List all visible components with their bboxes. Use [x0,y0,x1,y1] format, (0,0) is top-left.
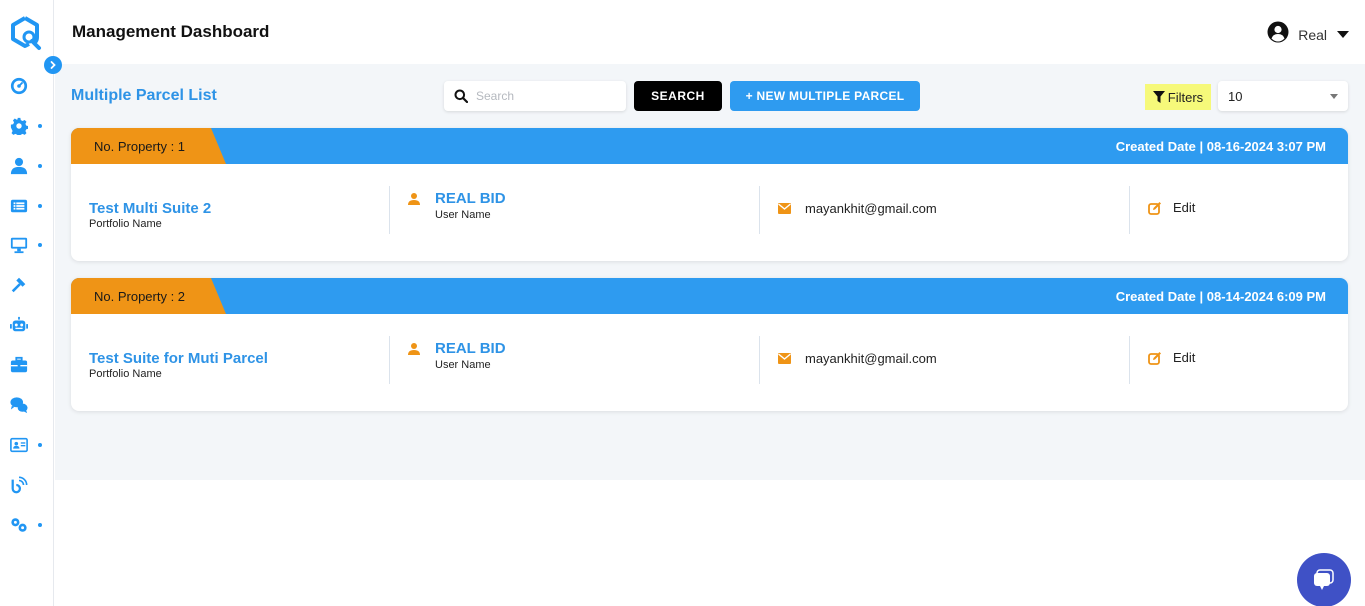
briefcase-icon [10,356,28,373]
search-button[interactable]: SEARCH [634,81,722,111]
edit-button[interactable]: Edit [1148,350,1195,365]
email-value: mayankhit@gmail.com [805,201,937,216]
sidebar-item-portfolio[interactable] [10,354,50,376]
gavel-icon [11,277,26,293]
sidebar-item-monitor[interactable] [10,234,50,256]
new-multiple-parcel-button[interactable]: + NEW MULTIPLE PARCEL [730,81,920,111]
caret-down-icon [1327,26,1349,44]
page-title: Management Dashboard [72,22,270,41]
user-name-value: REAL BID [435,340,506,357]
user-name-label: User Name [435,209,491,221]
list-icon [10,199,28,213]
portfolio-label: Portfolio Name [89,218,162,230]
card-body: Test Suite for Muti Parcel Portfolio Nam… [71,314,1348,411]
chevron-down-icon [1330,93,1338,99]
user-icon [408,343,420,355]
edit-label: Edit [1173,200,1196,215]
sidebar-item-settings[interactable] [10,115,50,137]
sidebar-item-auction[interactable] [10,274,50,296]
submenu-dot [38,124,42,128]
email-column: mayankhit@gmail.com [759,336,1129,384]
avatar [1267,21,1289,48]
page-size-value: 10 [1228,88,1243,104]
sidebar-item-contacts[interactable] [10,434,50,456]
sidebar-item-bot[interactable] [10,314,50,336]
user-column: REAL BID User Name [389,336,759,384]
page-size-select[interactable]: 10 [1218,81,1348,111]
email-column: mayankhit@gmail.com [759,186,1129,234]
created-date: Created Date | 08-14-2024 6:09 PM [1115,289,1326,304]
user-icon [10,157,28,175]
envelope-icon [778,353,791,364]
chat-widget-button[interactable] [1297,553,1351,606]
edit-label: Edit [1173,350,1196,365]
edit-button[interactable]: Edit [1148,200,1195,215]
section-title: Multiple Parcel List [71,87,217,104]
filters-button[interactable]: Filters [1145,84,1211,110]
comments-icon [10,397,28,414]
header: Management Dashboard Real [55,0,1365,64]
envelope-icon [778,203,791,214]
submenu-dot [38,204,42,208]
edit-icon [1148,351,1161,365]
search-box[interactable] [444,81,626,111]
user-name: Real [1298,26,1327,43]
user-icon [408,193,420,205]
user-name-value: REAL BID [435,190,506,207]
user-menu[interactable]: Real [1267,21,1349,48]
gears-icon [11,518,27,532]
portfolio-name[interactable]: Test Multi Suite 2 [89,200,211,217]
action-column: Edit [1129,186,1348,234]
sidebar-toggle-button[interactable] [44,56,62,74]
portfolio-name[interactable]: Test Suite for Muti Parcel [89,350,268,367]
main-content: Multiple Parcel List SEARCH + NEW MULTIP… [55,64,1365,480]
chat-bubble-icon [1314,569,1334,590]
id-card-icon [10,437,28,453]
submenu-dot [38,164,42,168]
submenu-dot [38,243,42,247]
sidebar [0,0,54,606]
edit-icon [1148,201,1161,215]
parcel-card: No. Property : 1 Created Date | 08-16-20… [71,128,1348,261]
sidebar-item-dashboard[interactable] [10,75,50,97]
signal-icon [11,476,28,494]
submenu-dot [38,523,42,527]
chevron-right-icon [50,61,56,69]
portfolio-column: Test Suite for Muti Parcel Portfolio Nam… [71,336,389,384]
logo-icon[interactable] [9,15,43,51]
search-input[interactable] [476,89,616,103]
sidebar-item-config[interactable] [10,514,50,536]
search-icon [454,89,468,103]
user-column: REAL BID User Name [389,186,759,234]
filter-icon [1152,91,1165,103]
user-circle-icon [1267,21,1289,43]
app-root: Management Dashboard Real Multiple Parce… [0,0,1365,606]
email-value: mayankhit@gmail.com [805,351,937,366]
gauge-icon [10,77,28,95]
filters-label: Filters [1167,89,1204,105]
action-column: Edit [1129,336,1348,384]
property-count: No. Property : 1 [94,139,186,154]
portfolio-label: Portfolio Name [89,368,162,380]
created-date: Created Date | 08-16-2024 3:07 PM [1115,139,1326,154]
monitor-icon [10,237,28,254]
portfolio-column: Test Multi Suite 2 Portfolio Name [71,186,389,234]
gear-icon [10,117,28,135]
card-header: No. Property : 2 Created Date | 08-14-20… [71,278,1348,314]
parcel-card: No. Property : 2 Created Date | 08-14-20… [71,278,1348,411]
card-header: No. Property : 1 Created Date | 08-16-20… [71,128,1348,164]
card-body: Test Multi Suite 2 Portfolio Name REAL B… [71,164,1348,261]
property-count: No. Property : 2 [94,289,186,304]
submenu-dot [38,443,42,447]
user-name-label: User Name [435,359,491,371]
sidebar-item-list[interactable] [10,195,50,217]
sidebar-item-chat[interactable] [10,394,50,416]
robot-icon [10,316,28,332]
sidebar-item-users[interactable] [10,155,50,177]
sidebar-item-broadcast[interactable] [10,474,50,496]
